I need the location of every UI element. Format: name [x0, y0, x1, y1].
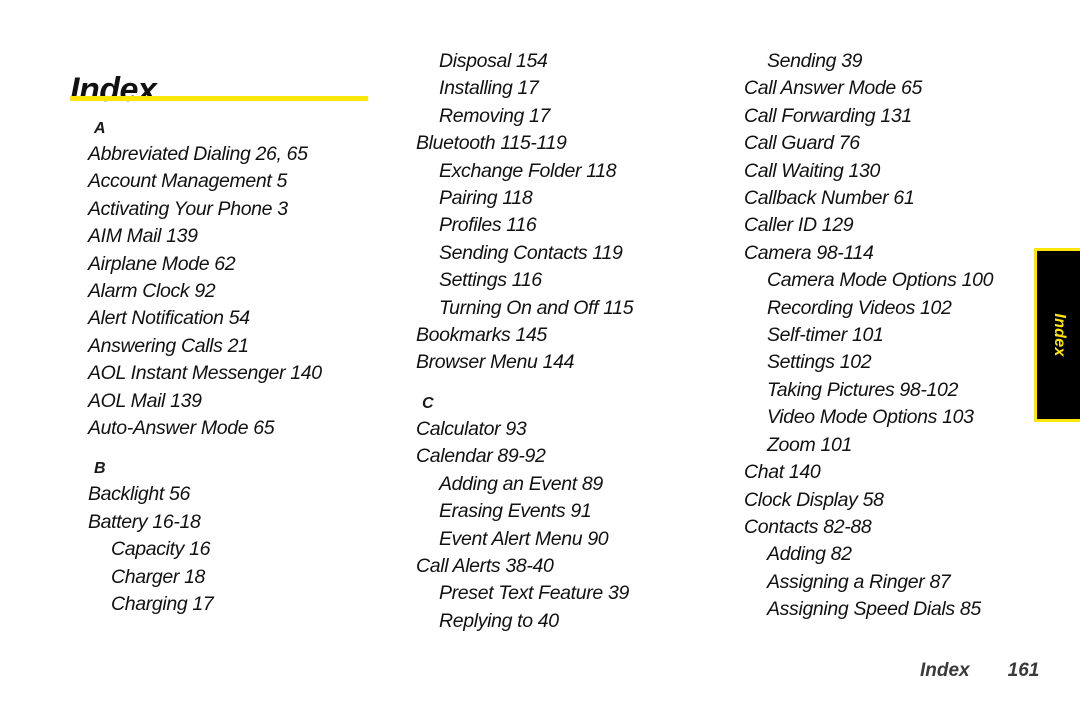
index-entry[interactable]: Adding an Event 89: [439, 471, 726, 498]
index-entry[interactable]: Capacity 16: [111, 536, 398, 563]
index-entry[interactable]: Bluetooth 115-119: [416, 130, 726, 157]
index-entry[interactable]: Backlight 56: [88, 481, 398, 508]
index-entry[interactable]: Removing 17: [439, 103, 726, 130]
index-entry[interactable]: Abbreviated Dialing 26, 65: [88, 141, 398, 168]
index-entry[interactable]: Sending Contacts 119: [439, 240, 726, 267]
section-letter-a: A: [94, 120, 106, 137]
index-entry[interactable]: Event Alert Menu 90: [439, 526, 726, 553]
index-entry[interactable]: Account Management 5: [88, 168, 398, 195]
index-entry[interactable]: Auto-Answer Mode 65: [88, 415, 398, 442]
index-entry[interactable]: Taking Pictures 98-102: [767, 377, 1034, 404]
section-letter-b: B: [94, 460, 106, 478]
index-entry[interactable]: Callback Number 61: [744, 185, 1034, 212]
index-entry[interactable]: Settings 102: [767, 349, 1034, 376]
index-entry[interactable]: Profiles 116: [439, 212, 726, 239]
index-entry[interactable]: Alarm Clock 92: [88, 278, 398, 305]
index-page: Index A Abbreviated Dialing 26, 65 Account…: [0, 0, 1080, 720]
index-entry[interactable]: Battery 16-18: [88, 509, 398, 536]
index-entry[interactable]: Clock Display 58: [744, 487, 1034, 514]
index-entry[interactable]: Disposal 154: [439, 48, 726, 75]
index-entry[interactable]: Exchange Folder 118: [439, 158, 726, 185]
footer-page-number: 161: [1007, 660, 1040, 681]
index-entry[interactable]: Calendar 89-92: [416, 443, 726, 470]
index-entry[interactable]: Airplane Mode 62: [88, 251, 398, 278]
index-entry[interactable]: Call Answer Mode 65: [744, 75, 1034, 102]
index-column-3: Sending 39 Call Answer Mode 65 Call Forwar…: [744, 48, 1034, 624]
index-entry[interactable]: Preset Text Feature 39: [439, 580, 726, 607]
page-footer: Index 161: [744, 660, 1039, 682]
index-entry[interactable]: AOL Mail 139: [88, 388, 398, 415]
index-entry[interactable]: Bookmarks 145: [416, 322, 726, 349]
index-entry[interactable]: Calculator 93: [416, 416, 726, 443]
index-entry[interactable]: Caller ID 129: [744, 212, 1034, 239]
index-entry[interactable]: Contacts 82-88: [744, 514, 1034, 541]
title-accent-rule: [70, 96, 368, 101]
index-entry[interactable]: Turning On and Off 115: [439, 295, 726, 322]
footer-section-label: Index: [920, 660, 970, 681]
index-entry[interactable]: Answering Calls 21: [88, 333, 398, 360]
index-entry[interactable]: Alert Notification 54: [88, 305, 398, 332]
section-letter-c: C: [422, 394, 434, 412]
index-entry[interactable]: Adding 82: [767, 541, 1034, 568]
index-entry[interactable]: Charger 18: [111, 564, 398, 591]
side-index-tab: Index: [1034, 248, 1080, 422]
index-entry[interactable]: Sending 39: [767, 48, 1034, 75]
index-entry[interactable]: Erasing Events 91: [439, 498, 726, 525]
index-entry[interactable]: Replying to 40: [439, 608, 726, 635]
index-entry[interactable]: Call Alerts 38-40: [416, 553, 726, 580]
index-entry[interactable]: Pairing 118: [439, 185, 726, 212]
index-column-2: Disposal 154 Installing 17 Removing 17 Blue…: [416, 48, 726, 635]
index-column-1: A Abbreviated Dialing 26, 65 Account Manag…: [88, 118, 398, 619]
index-entry[interactable]: Call Guard 76: [744, 130, 1034, 157]
index-entry[interactable]: Installing 17: [439, 75, 726, 102]
index-entry[interactable]: AIM Mail 139: [88, 223, 398, 250]
index-entry[interactable]: Activating Your Phone 3: [88, 196, 398, 223]
index-entry[interactable]: Video Mode Options 103: [767, 404, 1034, 431]
index-entry[interactable]: Self-timer 101: [767, 322, 1034, 349]
index-entry[interactable]: Settings 116: [439, 267, 726, 294]
index-entry[interactable]: Assigning Speed Dials 85: [767, 596, 1034, 623]
index-entry[interactable]: Call Forwarding 131: [744, 103, 1034, 130]
index-entry[interactable]: AOL Instant Messenger 140: [88, 360, 398, 387]
index-entry[interactable]: Charging 17: [111, 591, 398, 618]
index-entry[interactable]: Zoom 101: [767, 432, 1034, 459]
page-title: Index: [70, 70, 157, 109]
index-entry[interactable]: Assigning a Ringer 87: [767, 569, 1034, 596]
index-entry[interactable]: Call Waiting 130: [744, 158, 1034, 185]
index-entry[interactable]: Recording Videos 102: [767, 295, 1034, 322]
index-entry[interactable]: Chat 140: [744, 459, 1034, 486]
side-index-tab-label: Index: [1050, 313, 1068, 357]
index-entry[interactable]: Camera 98-114: [744, 240, 1034, 267]
index-entry[interactable]: Camera Mode Options 100: [767, 267, 1034, 294]
index-entry[interactable]: Browser Menu 144: [416, 349, 726, 376]
